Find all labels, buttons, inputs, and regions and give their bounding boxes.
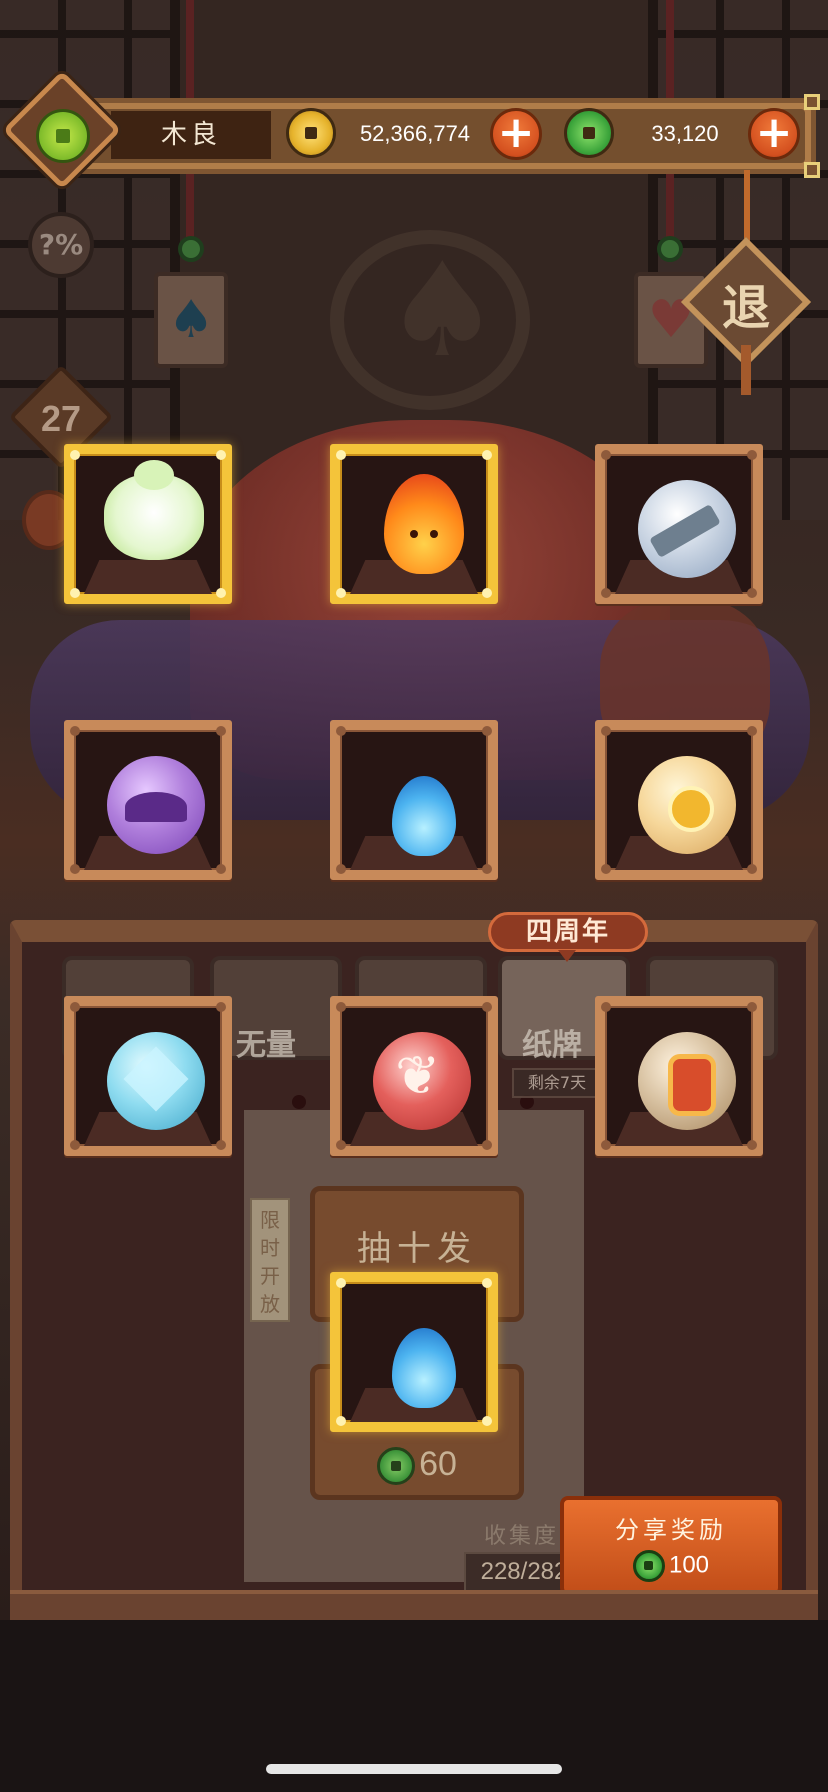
draw-one-cost: 60 <box>315 1445 519 1485</box>
days-left-label: 剩余7天 <box>512 1068 602 1098</box>
reward-slot[interactable] <box>330 1272 498 1432</box>
limited-time-tag: 限时开放 <box>250 1198 290 1322</box>
share-reward-value: 100 <box>668 1551 710 1579</box>
reward-slot[interactable] <box>64 444 232 604</box>
tab-label-wuliang: 无量 <box>236 1029 296 1062</box>
add-gold-button[interactable]: + <box>490 108 542 160</box>
exit-label: 退 <box>721 280 770 336</box>
reward-slot[interactable] <box>64 996 232 1156</box>
jade-coin-icon <box>632 1550 665 1582</box>
bar-corner-ornament <box>804 94 820 110</box>
rune-orb-icon <box>638 1032 736 1130</box>
anniversary-banner: 四周年 <box>488 912 648 952</box>
jade-ring-ornament <box>178 236 204 262</box>
level-value: 27 <box>40 398 82 439</box>
reward-slot[interactable] <box>595 996 763 1156</box>
reward-slot[interactable] <box>330 996 498 1156</box>
scroll-rod <box>292 1095 306 1109</box>
wing-orb-icon <box>373 1032 471 1130</box>
sun-orb-icon <box>638 756 736 854</box>
blue-flame-icon <box>392 1328 456 1408</box>
jade-coin-icon <box>564 108 614 158</box>
draw-one-cost-value: 60 <box>419 1444 457 1483</box>
gold-amount: 52,366,774 <box>359 121 471 146</box>
fire-spirit-icon <box>384 474 464 574</box>
avatar-jade-icon[interactable] <box>36 109 90 163</box>
home-indicator[interactable] <box>266 1764 562 1774</box>
jade-amount: 33,120 <box>651 121 719 146</box>
crystal-orb-icon <box>107 1032 205 1130</box>
share-reward-button[interactable]: 分享奖励 100 <box>560 1496 782 1596</box>
odds-info-button[interactable]: ?% <box>28 212 94 278</box>
spade-emblem <box>330 230 530 410</box>
add-jade-button[interactable]: + <box>748 108 800 160</box>
blue-flame-icon <box>392 776 456 856</box>
draw-ten-label: 抽十发 <box>357 1229 477 1269</box>
share-reward-label: 分享奖励 <box>615 1516 727 1544</box>
reward-slot[interactable] <box>330 444 498 604</box>
spade-card-tile: ♠ <box>154 272 228 368</box>
purple-mushroom-orb-icon <box>107 756 205 854</box>
player-name: 木良 <box>160 120 221 150</box>
reward-slot[interactable] <box>64 720 232 880</box>
jade-coin-icon <box>377 1447 416 1485</box>
share-reward-amount: 100 <box>564 1550 778 1582</box>
bar-corner-ornament <box>804 162 820 178</box>
white-spirit-icon <box>104 460 204 560</box>
reward-slot[interactable] <box>595 444 763 604</box>
exit-tassel <box>741 345 751 395</box>
blade-orb-icon <box>638 480 736 578</box>
reward-slot[interactable] <box>330 720 498 880</box>
gold-coin-icon <box>286 108 336 158</box>
reward-slot[interactable] <box>595 720 763 880</box>
jade-ring-ornament <box>657 236 683 262</box>
tab-label-zhipai: 纸牌 <box>522 1029 582 1062</box>
bottom-rail <box>10 1590 818 1620</box>
